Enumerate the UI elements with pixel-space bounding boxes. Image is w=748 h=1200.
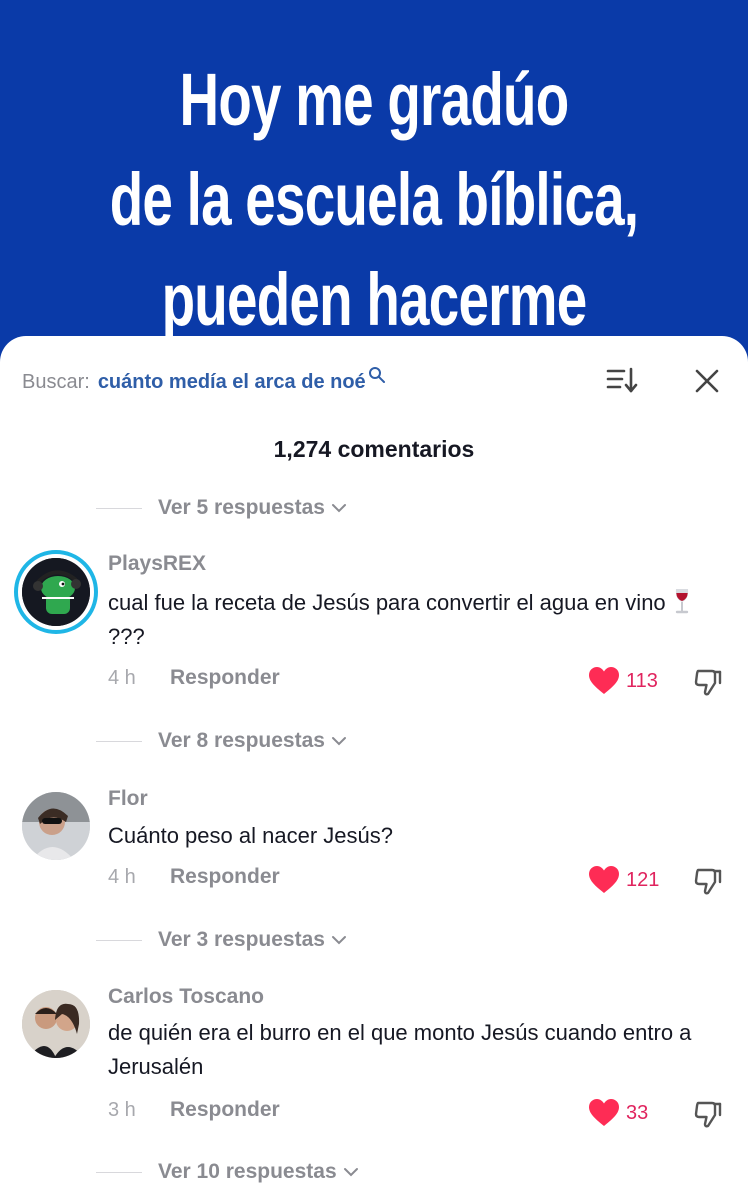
comments-sheet: Buscar: cuánto medía el arca de noé 1,27… — [0, 336, 748, 1200]
reply-button[interactable]: Responder — [170, 666, 280, 690]
comment-text-part: cual fue la receta de Jesús para convert… — [108, 590, 672, 615]
wine-glass-icon — [675, 589, 688, 614]
view-replies-button[interactable]: Ver 8 respuestas — [96, 726, 347, 756]
search-bar[interactable]: Buscar: cuánto medía el arca de noé — [22, 364, 386, 400]
view-replies-button[interactable]: Ver 5 respuestas — [96, 493, 347, 523]
avatar[interactable] — [22, 990, 90, 1058]
comment-meta: 4 h Responder — [108, 666, 280, 690]
avatar[interactable] — [22, 558, 90, 626]
view-replies-button[interactable]: Ver 3 respuestas — [96, 925, 347, 955]
comment-username[interactable]: PlaysREX — [108, 552, 206, 576]
like-button[interactable]: 121 — [588, 865, 659, 895]
chevron-down-icon — [331, 504, 346, 513]
comment-text-part: ??? — [108, 624, 145, 649]
chevron-down-icon — [331, 936, 346, 945]
banner-line-1: Hoy me gradúo — [179, 58, 570, 141]
comment-text: cual fue la receta de Jesús para convert… — [108, 586, 708, 654]
like-button[interactable]: 33 — [588, 1098, 648, 1128]
heart-icon — [589, 866, 619, 893]
banner-line-3: pueden hacerme — [161, 258, 588, 341]
comment-time: 4 h — [108, 865, 136, 888]
view-replies-label: Ver 10 respuestas — [158, 1160, 337, 1183]
divider-line — [96, 1171, 142, 1173]
like-count: 33 — [626, 1101, 649, 1124]
view-replies-label: Ver 8 respuestas — [158, 729, 325, 752]
dislike-icon[interactable] — [692, 1098, 724, 1130]
comment-text: Cuánto peso al nacer Jesús? — [108, 823, 393, 848]
chevron-down-icon — [331, 737, 346, 746]
avatar[interactable] — [22, 792, 90, 860]
dinosaur-avatar-icon — [22, 558, 90, 626]
chevron-down-icon — [343, 1168, 358, 1177]
divider-line — [96, 507, 142, 509]
like-count: 121 — [626, 868, 660, 891]
like-button[interactable]: 113 — [588, 666, 658, 696]
view-replies-label: Ver 5 respuestas — [158, 496, 325, 519]
sort-icon[interactable] — [604, 364, 640, 396]
comment-text: de quién era el burro en el que monto Je… — [108, 1020, 692, 1079]
reply-button[interactable]: Responder — [170, 1098, 280, 1122]
comment-time: 4 h — [108, 666, 136, 689]
dislike-icon[interactable] — [692, 865, 724, 897]
search-label: Buscar: — [22, 370, 90, 393]
person-avatar-icon — [22, 792, 90, 860]
view-replies-button[interactable]: Ver 10 respuestas — [96, 1157, 359, 1187]
comment-meta: 4 h Responder — [108, 865, 280, 889]
dislike-icon[interactable] — [692, 666, 724, 698]
reply-button[interactable]: Responder — [170, 865, 280, 889]
divider-line — [96, 939, 142, 941]
heart-icon — [589, 1099, 619, 1126]
title-banner: Hoy me gradúo de la escuela bíblica, pue… — [0, 0, 748, 360]
like-count: 113 — [626, 669, 658, 692]
view-replies-label: Ver 3 respuestas — [158, 928, 325, 951]
comment-time: 3 h — [108, 1098, 136, 1121]
couple-avatar-icon — [22, 990, 90, 1058]
comment-meta: 3 h Responder — [108, 1098, 280, 1122]
comment-username[interactable]: Carlos Toscano — [108, 985, 264, 1009]
heart-icon — [589, 667, 619, 694]
divider-line — [96, 740, 142, 742]
search-query-link[interactable]: cuánto medía el arca de noé — [98, 371, 366, 394]
comments-count: 1,274 comentarios — [273, 436, 475, 462]
close-icon[interactable] — [692, 366, 722, 396]
comment-username[interactable]: Flor — [108, 787, 148, 811]
search-icon[interactable] — [368, 366, 386, 384]
banner-line-2: de la escuela bíblica, — [109, 158, 639, 241]
